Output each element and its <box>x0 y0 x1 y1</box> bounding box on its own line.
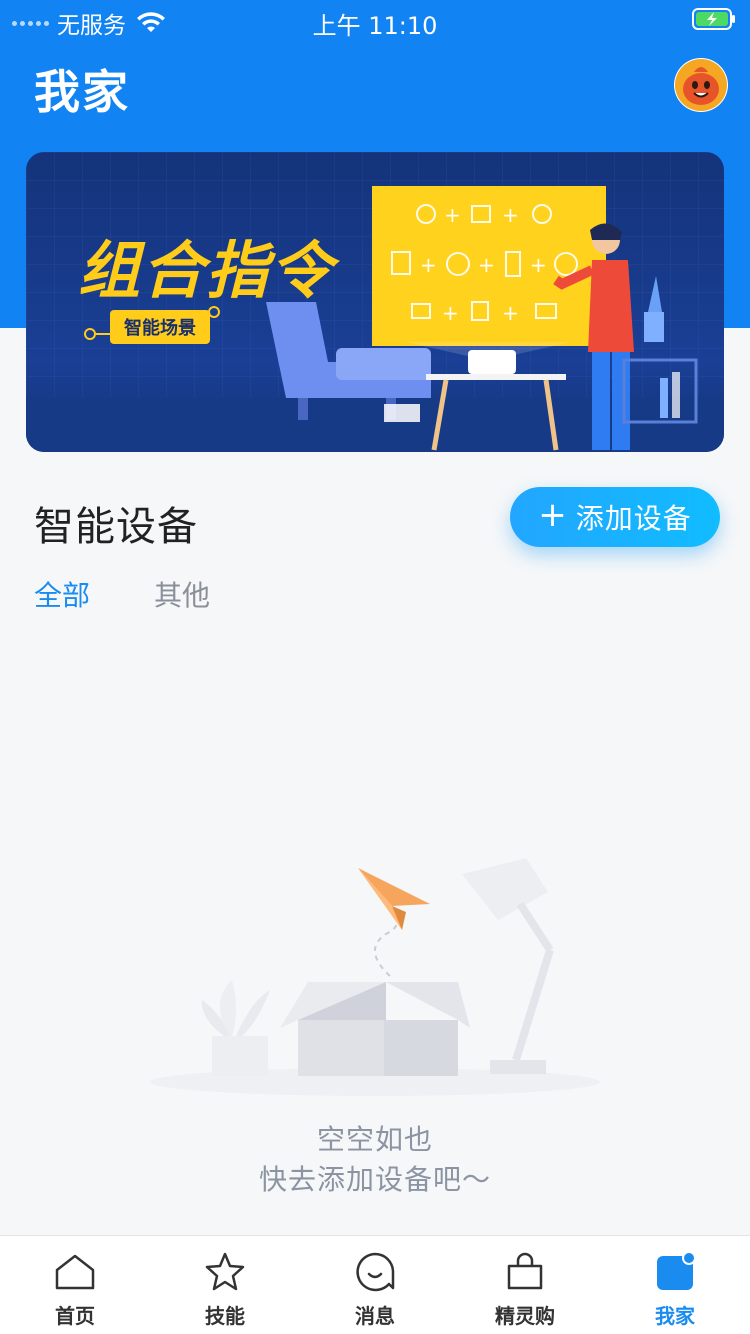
plus-icon: + <box>538 495 568 535</box>
banner-tag: 智能场景 <box>110 310 210 344</box>
svg-text:+: + <box>502 301 519 325</box>
page-title: 我家 <box>34 65 130 119</box>
promo-banner[interactable]: + + + + + + + 组合指令 智能场景 <box>26 152 724 452</box>
add-device-button[interactable]: + 添加设备 <box>510 487 720 547</box>
tab-messages[interactable]: 消息 <box>300 1236 450 1334</box>
bottom-tab-bar: 首页 技能 消息 精灵购 我家 <box>0 1235 750 1334</box>
tab-other[interactable]: 其他 <box>154 574 210 614</box>
svg-text:+: + <box>530 253 547 277</box>
home-icon <box>55 1254 95 1290</box>
status-time: 上午 11:10 <box>312 12 438 40</box>
svg-text:+: + <box>478 253 495 277</box>
tab-messages-label: 消息 <box>355 1304 395 1328</box>
avatar-mascot-icon <box>675 59 727 111</box>
tab-home-label: 首页 <box>55 1304 95 1328</box>
tab-my-home[interactable]: 我家 <box>600 1236 750 1334</box>
svg-text:+: + <box>442 301 459 325</box>
tab-shop[interactable]: 精灵购 <box>450 1236 600 1334</box>
banner-title: 组合指令 <box>78 234 335 307</box>
status-bar: 无服务 上午 11:10 <box>0 0 750 40</box>
empty-state-illustration <box>150 858 600 1096</box>
add-device-label: 添加设备 <box>575 502 692 535</box>
my-home-icon <box>657 1251 696 1290</box>
section-title: 智能设备 <box>34 504 198 550</box>
svg-text:+: + <box>444 203 461 227</box>
empty-state-subtitle: 快去添加设备吧～ <box>258 1163 491 1196</box>
empty-state-title: 空空如也 <box>316 1123 433 1156</box>
tab-my-home-label: 我家 <box>655 1304 695 1328</box>
shopping-bag-icon <box>507 1252 543 1290</box>
svg-text:+: + <box>420 253 437 277</box>
message-icon <box>356 1252 395 1292</box>
tab-all[interactable]: 全部 <box>34 574 90 614</box>
device-filter-tabs: 全部 其他 <box>34 574 210 614</box>
avatar[interactable] <box>674 58 728 112</box>
tab-home[interactable]: 首页 <box>0 1236 150 1334</box>
tab-skills[interactable]: 技能 <box>150 1236 300 1334</box>
star-icon <box>205 1252 245 1291</box>
tab-skills-label: 技能 <box>205 1304 245 1328</box>
tab-shop-label: 精灵购 <box>495 1304 555 1328</box>
battery-charging-icon <box>692 8 735 30</box>
svg-text:+: + <box>502 203 519 227</box>
